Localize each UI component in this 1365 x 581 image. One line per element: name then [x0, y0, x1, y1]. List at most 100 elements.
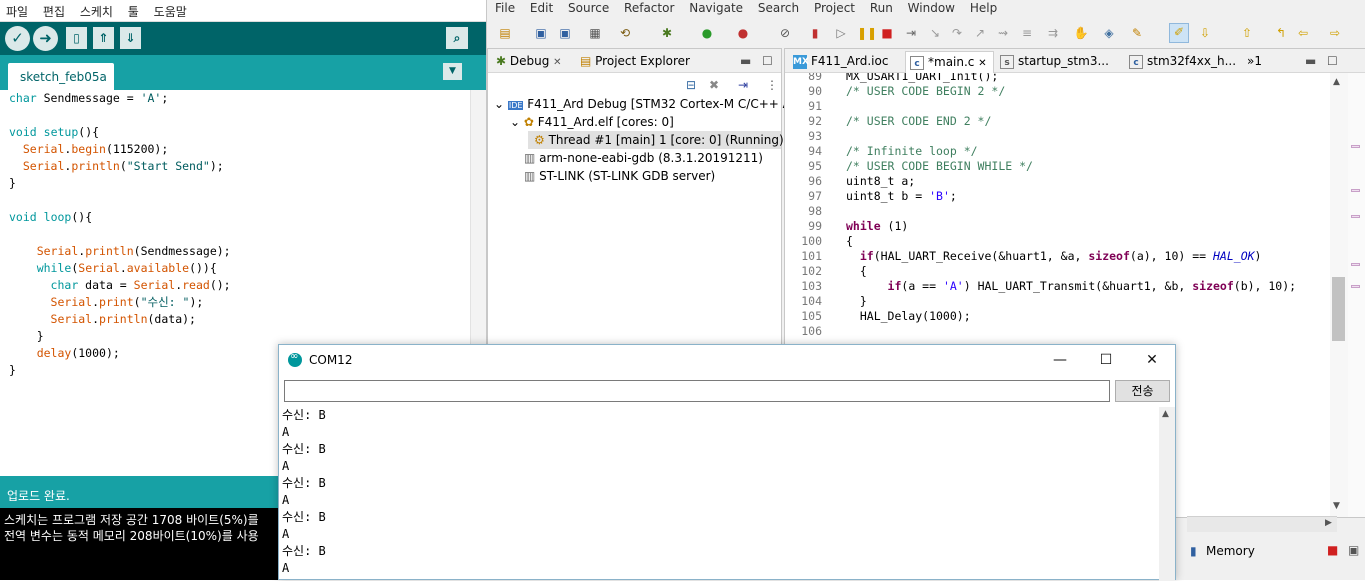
next-annotation-icon[interactable]: ⇩ [1197, 25, 1213, 41]
verify-icon[interactable]: ✓ [5, 26, 30, 51]
close-icon[interactable]: ✕ [553, 57, 561, 68]
scroll-up-icon[interactable]: ▲ [1333, 77, 1340, 87]
step-filter-icon[interactable]: ⇥ [738, 78, 748, 92]
tree-item-thread[interactable]: ⚙ Thread #1 [main] 1 [core: 0] (Running) [528, 131, 784, 149]
remove-terminated-icon[interactable]: ✖ [709, 78, 719, 92]
open-sketch-icon[interactable]: ⇑ [93, 27, 114, 49]
menu-file[interactable]: 파일 [0, 0, 28, 20]
tab-debug[interactable]: ✱ Debug ✕ [492, 52, 562, 73]
overview-marker[interactable] [1351, 263, 1360, 266]
expand-chevron-icon[interactable]: ⌄ [494, 97, 508, 111]
close-icon[interactable]: ✕ [1129, 348, 1175, 372]
drop-to-frame-icon[interactable]: ⇝ [995, 25, 1011, 41]
disconnect-icon[interactable]: ⇥ [903, 25, 919, 41]
step-into-icon[interactable]: ↘ [927, 25, 943, 41]
editor-scrollbar[interactable]: ▲ ▼ [1330, 73, 1348, 517]
menu-window[interactable]: Window [900, 0, 955, 15]
serial-output-line: A [282, 561, 290, 575]
menu-source[interactable]: Source [560, 0, 609, 15]
close-icon[interactable]: ✕ [978, 58, 986, 69]
overview-marker[interactable] [1351, 285, 1360, 288]
reset-icon[interactable]: ⇉ [1045, 25, 1061, 41]
step-over-icon[interactable]: ↷ [949, 25, 965, 41]
menu-run[interactable]: Run [862, 0, 893, 15]
skip-breakpoints-icon[interactable]: ⊘ [777, 25, 793, 41]
editor-scroll-thumb[interactable] [1332, 277, 1345, 341]
tab-stm32-header[interactable]: c stm32f4xx_h... [1125, 51, 1242, 73]
maximize-icon[interactable]: ☐ [1321, 51, 1344, 73]
menu-file[interactable]: File [487, 0, 515, 15]
expand-chevron-icon[interactable]: ⌄ [510, 115, 524, 129]
forward-icon[interactable]: ⇨ [1327, 25, 1343, 41]
line-number: 103 [801, 279, 822, 293]
maximize-icon[interactable]: ☐ [758, 52, 773, 73]
menu-tools[interactable]: 툴 [122, 0, 139, 20]
menu-help[interactable]: Help [962, 0, 997, 15]
suspend-icon[interactable]: ❚❚ [857, 25, 877, 41]
tab-ioc[interactable]: MX F411_Ard.ioc [789, 51, 894, 73]
tree-item-launch[interactable]: ⌄ IDE F411_Ard Debug [STM32 Cortex-M C/C… [494, 95, 798, 113]
view-menu-icon[interactable]: ▣ [1348, 543, 1359, 557]
menu-navigate[interactable]: Navigate [681, 0, 743, 15]
resume-icon[interactable]: ▷ [833, 25, 849, 41]
editor-horizontal-scrollbar[interactable]: ▶ [1187, 516, 1337, 532]
toggle-highlight-icon[interactable]: ✐ [1169, 23, 1189, 43]
instruction-stepping-icon[interactable]: ≡ [1019, 25, 1035, 41]
tab-overflow[interactable]: »1 [1241, 51, 1268, 73]
menu-project[interactable]: Project [806, 0, 855, 15]
minimize-icon[interactable]: ▬ [1299, 51, 1322, 73]
save-all-icon[interactable]: ▣ [557, 25, 573, 41]
save-sketch-icon[interactable]: ⇓ [120, 27, 141, 49]
open-perspective-icon[interactable]: ◈ [1101, 25, 1117, 41]
build-icon[interactable]: ▦ [587, 25, 603, 41]
tree-item-stlink[interactable]: ▥ ST-LINK (ST-LINK GDB server) [524, 167, 715, 185]
terminate-relaunch-icon[interactable]: ▮ [807, 25, 823, 41]
search-tool-icon[interactable]: ✎ [1129, 25, 1145, 41]
serial-send-input[interactable] [284, 380, 1110, 402]
tree-item-elf[interactable]: ⌄ ✿ F411_Ard.elf [cores: 0] [510, 113, 674, 131]
minimize-icon[interactable]: — [1037, 348, 1083, 372]
terminate-icon[interactable]: ■ [1327, 543, 1338, 557]
run-icon[interactable]: ● [699, 25, 715, 41]
new-icon[interactable]: ▤ [497, 25, 513, 41]
scroll-up-icon[interactable]: ▲ [1162, 409, 1169, 419]
serial-monitor-icon[interactable]: ⌕ [446, 27, 468, 49]
upload-arrow-icon[interactable]: ➜ [33, 26, 58, 51]
terminate-icon[interactable]: ■ [879, 25, 895, 41]
send-button[interactable]: 전송 [1115, 380, 1170, 402]
tab-menu-chevron-icon[interactable]: ▼ [443, 63, 462, 80]
tab-project-explorer[interactable]: ▤ Project Explorer [576, 52, 690, 73]
prev-annotation-icon[interactable]: ⇧ [1239, 25, 1255, 41]
tab-main-c[interactable]: c *main.c ✕ [905, 51, 994, 73]
maximize-icon[interactable]: ☐ [1083, 348, 1129, 372]
serial-title-bar[interactable]: COM12 — ☐ ✕ [279, 345, 1175, 375]
minimize-icon[interactable]: ▬ [736, 52, 751, 73]
debug-config-icon[interactable]: ⟲ [617, 25, 633, 41]
overview-marker[interactable] [1351, 145, 1360, 148]
serial-output-scrollbar[interactable]: ▲ [1159, 407, 1175, 581]
menu-sketch[interactable]: 스케치 [74, 0, 113, 20]
menu-edit[interactable]: 편집 [37, 0, 65, 20]
tab-startup[interactable]: s startup_stm3... [996, 51, 1115, 73]
menu-help[interactable]: 도움말 [148, 0, 187, 20]
sketch-tab[interactable]: sketch_feb05a [8, 63, 114, 90]
menu-refactor[interactable]: Refactor [616, 0, 674, 15]
back-icon[interactable]: ⇦ [1295, 25, 1311, 41]
menu-search[interactable]: Search [750, 0, 799, 15]
scroll-right-icon[interactable]: ▶ [1325, 518, 1332, 528]
step-return-icon[interactable]: ↗ [972, 25, 988, 41]
menu-edit[interactable]: Edit [522, 0, 553, 15]
debug-bug-icon[interactable]: ✱ [659, 25, 675, 41]
tree-item-gdb[interactable]: ▥ arm-none-eabi-gdb (8.3.1.20191211) [524, 149, 763, 167]
scroll-down-icon[interactable]: ▼ [1333, 501, 1340, 511]
collapse-all-icon[interactable]: ⊟ [686, 78, 696, 92]
restart-icon[interactable]: ✋ [1073, 25, 1089, 41]
overview-marker[interactable] [1351, 189, 1360, 192]
last-edit-icon[interactable]: ↰ [1273, 25, 1289, 41]
overview-marker[interactable] [1351, 215, 1360, 218]
memory-tab-label[interactable]: Memory [1206, 544, 1255, 558]
new-sketch-icon[interactable]: ▯ [66, 27, 87, 49]
save-icon[interactable]: ▣ [533, 25, 549, 41]
view-menu-icon[interactable]: ⋮ [766, 78, 778, 92]
external-tools-icon[interactable]: ● [735, 25, 751, 41]
